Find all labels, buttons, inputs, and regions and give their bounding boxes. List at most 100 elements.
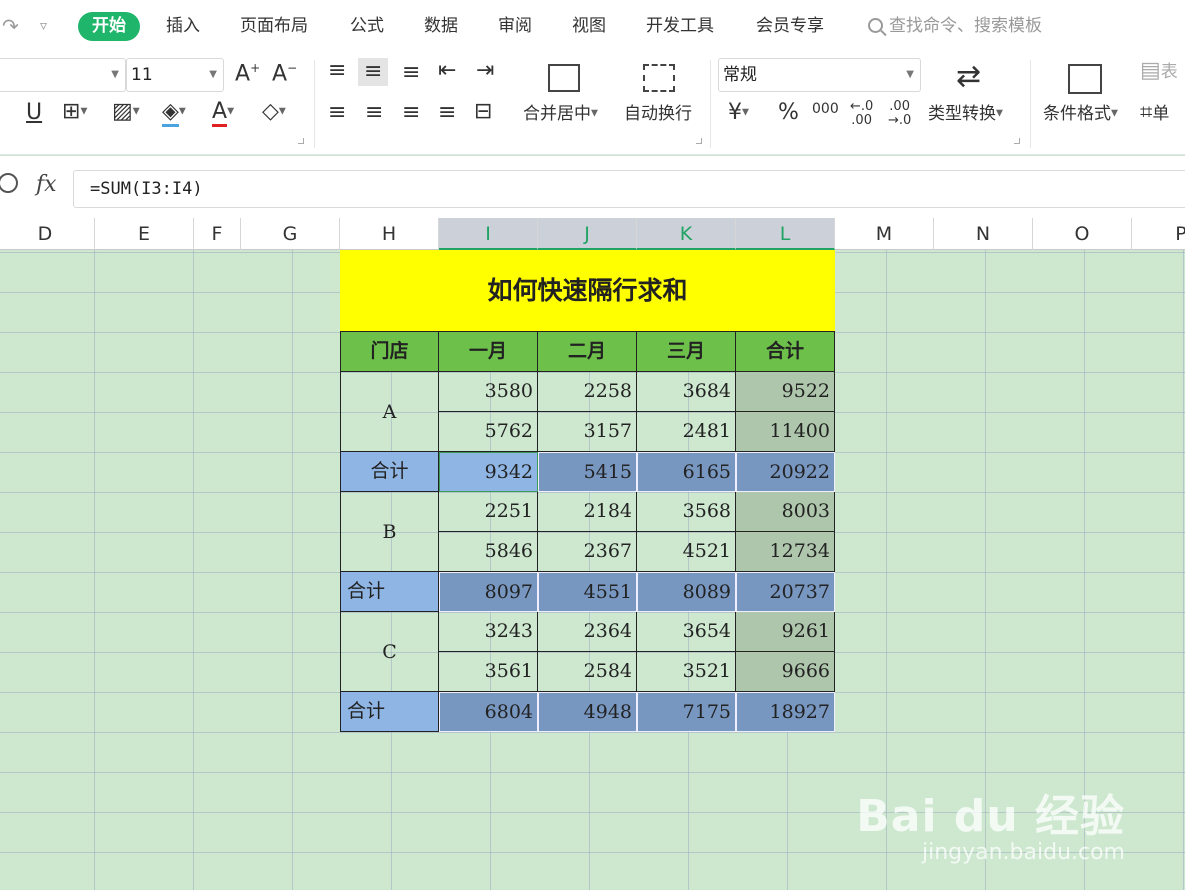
increase-decimal-icon[interactable]: ←.0.00: [850, 99, 873, 129]
total-cell[interactable]: 4948: [538, 692, 637, 732]
header-cell[interactable]: 门店: [340, 332, 439, 372]
redo-icon[interactable]: ↷: [2, 12, 19, 40]
table-cell[interactable]: 3568: [637, 492, 736, 532]
column-header-m[interactable]: M: [835, 218, 934, 250]
clear-format-icon[interactable]: ◇▼: [262, 101, 286, 123]
tab-home[interactable]: 开始: [78, 12, 140, 41]
table-cell[interactable]: 5846: [439, 532, 538, 572]
align-top-icon[interactable]: ≡: [328, 60, 346, 82]
store-cell[interactable]: C: [340, 612, 439, 692]
table-cell[interactable]: 2258: [538, 372, 637, 412]
quick-access-dropdown-icon[interactable]: ▿: [40, 12, 47, 40]
justify-icon[interactable]: ≡: [438, 102, 456, 124]
table-cell[interactable]: 9522: [736, 372, 835, 412]
column-header-h[interactable]: H: [340, 218, 439, 250]
tab-page-layout[interactable]: 页面布局: [240, 12, 308, 41]
align-bottom-icon[interactable]: ≡: [402, 62, 420, 84]
type-convert-icon[interactable]: ⇄: [956, 62, 981, 92]
align-middle-icon[interactable]: ≡: [358, 58, 389, 86]
table-style-button[interactable]: ▤表: [1140, 60, 1178, 82]
conditional-format-button[interactable]: 条件格式▼: [1043, 106, 1118, 123]
auto-wrap-icon[interactable]: [643, 64, 675, 92]
currency-icon[interactable]: ¥▼: [728, 102, 749, 124]
total-cell[interactable]: 9342: [439, 452, 538, 492]
number-dialog-launcher[interactable]: [1014, 138, 1020, 144]
align-left-icon[interactable]: ≡: [328, 102, 346, 124]
header-cell[interactable]: 二月: [538, 332, 637, 372]
tab-review[interactable]: 审阅: [498, 12, 532, 41]
tab-view[interactable]: 视图: [572, 12, 606, 41]
column-header-n[interactable]: N: [934, 218, 1033, 250]
merge-center-icon[interactable]: [548, 64, 580, 92]
table-cell[interactable]: 2367: [538, 532, 637, 572]
column-header-l[interactable]: L: [736, 218, 835, 250]
table-cell[interactable]: 3654: [637, 612, 736, 652]
table-cell[interactable]: 11400: [736, 412, 835, 452]
table-cell[interactable]: 12734: [736, 532, 835, 572]
zoom-search-icon[interactable]: [0, 173, 18, 193]
table-cell[interactable]: 2481: [637, 412, 736, 452]
column-header-e[interactable]: E: [95, 218, 194, 250]
header-cell[interactable]: 三月: [637, 332, 736, 372]
borders-icon[interactable]: ⊞▼: [62, 101, 87, 123]
total-cell[interactable]: 7175: [637, 692, 736, 732]
tab-data[interactable]: 数据: [424, 12, 458, 41]
thousands-separator-icon[interactable]: 000: [812, 102, 839, 116]
column-header-g[interactable]: G: [241, 218, 340, 250]
insert-function-button[interactable]: fx: [36, 172, 57, 197]
decrease-font-icon[interactable]: A−: [272, 62, 297, 85]
table-cell[interactable]: 3561: [439, 652, 538, 692]
table-cell[interactable]: 5762: [439, 412, 538, 452]
sheet-title[interactable]: 如何快速隔行求和: [340, 250, 835, 332]
increase-font-icon[interactable]: A+: [235, 62, 260, 85]
table-cell[interactable]: 2184: [538, 492, 637, 532]
command-search[interactable]: 查找命令、搜索模板: [868, 12, 1042, 41]
tab-insert[interactable]: 插入: [166, 12, 200, 41]
column-header-f[interactable]: F: [194, 218, 241, 250]
column-header-d[interactable]: D: [0, 218, 95, 250]
italic-icon[interactable]: I: [0, 102, 1, 124]
column-header-i[interactable]: I: [439, 218, 538, 250]
decrease-decimal-icon[interactable]: .00 →.0: [888, 99, 911, 129]
total-label-cell[interactable]: 合计: [340, 692, 439, 732]
table-cell[interactable]: 2584: [538, 652, 637, 692]
total-cell[interactable]: 6804: [439, 692, 538, 732]
conditional-format-icon[interactable]: [1068, 64, 1102, 94]
increase-indent-icon[interactable]: ⇥: [476, 60, 494, 82]
auto-wrap-button[interactable]: 自动换行: [624, 106, 692, 123]
table-cell[interactable]: 9261: [736, 612, 835, 652]
single-cell-button[interactable]: ⌗单: [1140, 102, 1169, 124]
header-cell[interactable]: 一月: [439, 332, 538, 372]
formula-input[interactable]: =SUM(I3:I4): [73, 170, 1185, 208]
header-cell[interactable]: 合计: [736, 332, 835, 372]
underline-icon[interactable]: U: [26, 102, 42, 124]
total-cell[interactable]: 20737: [736, 572, 835, 612]
distributed-icon[interactable]: ⊟: [474, 101, 492, 123]
font-name-select[interactable]: ▼: [0, 58, 126, 92]
total-label-cell[interactable]: 合计: [340, 452, 439, 492]
column-header-k[interactable]: K: [637, 218, 736, 250]
table-cell[interactable]: 4521: [637, 532, 736, 572]
table-cell[interactable]: 3243: [439, 612, 538, 652]
total-cell[interactable]: 8089: [637, 572, 736, 612]
table-cell[interactable]: 3521: [637, 652, 736, 692]
table-cell[interactable]: 2364: [538, 612, 637, 652]
total-cell[interactable]: 5415: [538, 452, 637, 492]
type-convert-button[interactable]: 类型转换▼: [928, 106, 1003, 123]
total-cell[interactable]: 8097: [439, 572, 538, 612]
tab-formulas[interactable]: 公式: [350, 12, 384, 41]
store-cell[interactable]: A: [340, 372, 439, 452]
align-center-icon[interactable]: ≡: [365, 102, 383, 124]
total-cell[interactable]: 6165: [637, 452, 736, 492]
column-header-o[interactable]: O: [1033, 218, 1132, 250]
tab-member[interactable]: 会员专享: [756, 12, 824, 41]
total-label-cell[interactable]: 合计: [340, 572, 439, 612]
column-header-j[interactable]: J: [538, 218, 637, 250]
percent-icon[interactable]: %: [778, 102, 799, 124]
table-cell[interactable]: 9666: [736, 652, 835, 692]
table-cell[interactable]: 3684: [637, 372, 736, 412]
table-cell[interactable]: 2251: [439, 492, 538, 532]
store-cell[interactable]: B: [340, 492, 439, 572]
merge-center-button[interactable]: 合并居中▼: [523, 106, 598, 123]
column-header-p[interactable]: P: [1132, 218, 1185, 250]
